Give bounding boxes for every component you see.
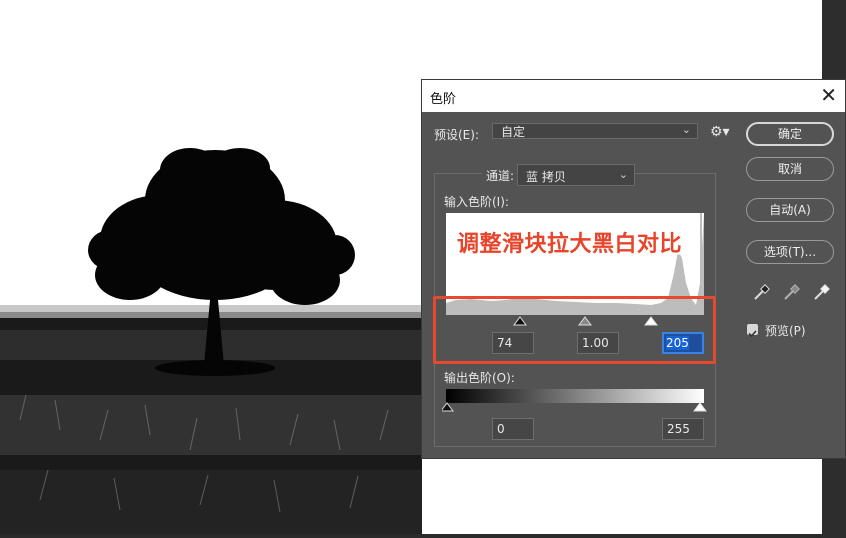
gray-eyedropper-icon[interactable]: [782, 284, 800, 302]
preview-label: 预览(P): [765, 324, 806, 338]
cancel-button[interactable]: 取消: [746, 157, 834, 181]
close-icon[interactable]: ✕: [820, 84, 837, 106]
input-white-field[interactable]: 205: [662, 332, 704, 354]
preview-checkbox[interactable]: [747, 324, 758, 338]
auto-button[interactable]: 自动(A): [746, 198, 834, 222]
output-black-slider[interactable]: [442, 402, 454, 412]
chevron-down-icon: ⌄: [618, 168, 628, 181]
channel-dropdown[interactable]: 蓝 拷贝 ⌄: [517, 164, 635, 186]
input-black-field[interactable]: 74: [492, 332, 534, 354]
gear-icon[interactable]: ⚙▾: [710, 124, 730, 140]
chevron-down-icon: ⌄: [681, 123, 691, 136]
white-eyedropper-icon[interactable]: [812, 284, 830, 302]
ok-button[interactable]: 确定: [746, 122, 834, 146]
channel-label: 通道:: [482, 167, 519, 184]
annotation-text: 调整滑块拉大黑白对比: [457, 232, 683, 257]
white-point-slider[interactable]: [644, 316, 658, 326]
preset-value: 自定: [501, 125, 526, 139]
output-black-field[interactable]: 0: [492, 418, 534, 440]
checkmark-icon: [748, 330, 757, 338]
output-gradient: [446, 389, 704, 403]
dialog-titlebar[interactable]: 色阶 ✕: [422, 80, 845, 112]
output-levels-label: 输出色阶(O):: [444, 371, 515, 385]
output-slider-track[interactable]: [442, 402, 708, 414]
preset-dropdown[interactable]: 自定 ⌄: [492, 123, 698, 139]
input-white-value: 205: [666, 336, 689, 350]
options-button[interactable]: 选项(T)...: [746, 240, 834, 264]
canvas-bottom-edge: [0, 534, 822, 538]
channel-value: 蓝 拷贝: [526, 170, 566, 184]
levels-dialog: 色阶 ✕ 预设(E): 自定 ⌄ ⚙▾ 确定 取消 自动(A) 选项(T)...…: [421, 79, 846, 459]
black-point-slider[interactable]: [513, 316, 527, 326]
input-gamma-field[interactable]: 1.00: [577, 332, 619, 354]
input-levels-label: 输入色阶(I):: [444, 195, 509, 209]
preset-label: 预设(E):: [434, 128, 479, 142]
output-white-slider[interactable]: [693, 402, 707, 412]
input-slider-track[interactable]: [446, 315, 708, 327]
dialog-title: 色阶: [430, 92, 457, 107]
gamma-slider[interactable]: [578, 316, 592, 326]
black-eyedropper-icon[interactable]: [752, 284, 770, 302]
output-white-field[interactable]: 255: [662, 418, 704, 440]
